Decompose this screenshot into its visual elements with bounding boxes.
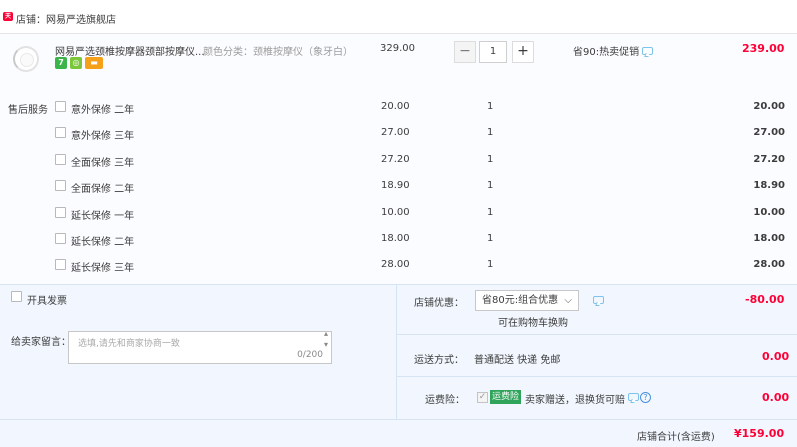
service-sum: 20.00 <box>753 101 785 112</box>
service-checkbox[interactable] <box>55 154 66 165</box>
tmall-icon: 天猫 <box>3 12 13 29</box>
discount-label: 店铺优惠： <box>414 298 464 309</box>
insurance-badge: 运费险 <box>490 390 522 404</box>
product-thumbnail[interactable] <box>13 46 39 72</box>
increase-quantity-button[interactable]: + <box>512 41 534 63</box>
product-service-icons: 7 ◎ ▬ <box>55 57 103 70</box>
service-price: 18.00 <box>381 233 410 244</box>
service-sum: 27.00 <box>753 127 785 138</box>
panel-divider <box>396 284 397 419</box>
service-qty: 1 <box>487 180 494 191</box>
shop-name-link[interactable]: 店铺：网易严选旗舰店 <box>16 11 116 26</box>
seven-day-return-icon[interactable]: 7 <box>55 57 67 69</box>
service-price: 27.20 <box>381 154 410 165</box>
service-qty: 1 <box>487 233 494 244</box>
unit-price: 329.00 <box>380 43 415 54</box>
service-row: 意外保修 三年 27.00 1 27.00 <box>0 126 797 146</box>
invoice-label[interactable]: 开具发票 <box>27 292 67 307</box>
service-price: 27.00 <box>381 127 410 138</box>
service-name: 意外保修 二年 <box>71 105 135 116</box>
product-title-link[interactable]: 网易严选颈椎按摩器颈部按摩仪... <box>55 43 205 58</box>
decrease-quantity-button[interactable]: − <box>454 41 476 63</box>
service-sum: 10.00 <box>753 207 785 218</box>
service-row: 延长保修 二年 18.00 1 18.00 <box>0 232 797 252</box>
service-qty: 1 <box>487 101 494 112</box>
service-qty: 1 <box>487 127 494 138</box>
service-qty: 1 <box>487 207 494 218</box>
service-row: 全面保修 三年 27.20 1 27.20 <box>0 153 797 173</box>
service-qty: 1 <box>487 154 494 165</box>
service-row: 全面保修 二年 18.90 1 18.90 <box>0 179 797 199</box>
promo-text: 省90:热卖促销 <box>573 47 640 58</box>
service-sum: 18.00 <box>753 233 785 244</box>
message-label: 给卖家留言： <box>11 337 71 348</box>
insurance-text: 卖家赠送，退换货可赔 <box>525 395 625 406</box>
insurance-info-icons: ? <box>628 392 651 403</box>
discount-select[interactable]: 省80元:组合优惠 ⌵ <box>475 290 579 311</box>
chevron-down-icon: ⌵ <box>564 295 572 306</box>
product-sku: 颜色分类：颈椎按摩仪（象牙白） <box>203 47 353 58</box>
service-price: 28.00 <box>381 259 410 270</box>
green-bag-icon[interactable]: ◎ <box>70 57 82 69</box>
shop-total-label: 店铺合计(含运费) <box>637 432 715 443</box>
service-price: 18.90 <box>381 180 410 191</box>
quantity-input[interactable]: 1 <box>479 41 507 63</box>
insurance-checkbox: ✓ <box>477 392 488 403</box>
shipping-label: 运送方式： <box>414 355 464 366</box>
service-sum: 27.20 <box>753 154 785 165</box>
message-scrollbar[interactable] <box>324 329 331 363</box>
discount-note: 可在购物车换购 <box>498 318 568 329</box>
insurance-label: 运费险： <box>425 395 465 406</box>
insurance-amount: 0.00 <box>762 391 790 404</box>
service-checkbox[interactable] <box>55 233 66 244</box>
promo-info-icon[interactable] <box>642 47 653 55</box>
shop-header: 天猫 店铺：网易严选旗舰店 <box>0 0 797 34</box>
discount-selected-value: 省80元:组合优惠 <box>482 295 559 306</box>
message-placeholder: 选填,请先和商家协商一致 <box>78 339 180 349</box>
service-name: 延长保修 一年 <box>71 211 135 222</box>
help-icon[interactable]: ? <box>640 392 651 403</box>
service-checkbox[interactable] <box>55 180 66 191</box>
item-subtotal: 239.00 <box>742 42 785 55</box>
service-qty: 1 <box>487 259 494 270</box>
service-checkbox[interactable] <box>55 259 66 270</box>
message-char-count: 0/200 <box>297 350 323 360</box>
service-price: 10.00 <box>381 207 410 218</box>
service-name: 延长保修 三年 <box>71 263 135 274</box>
service-price: 20.00 <box>381 101 410 112</box>
quantity-stepper: − 1 + <box>454 41 534 63</box>
shipping-amount: 0.00 <box>762 350 790 363</box>
discount-info-icon[interactable] <box>593 296 604 304</box>
seller-message-textarea[interactable]: 选填,请先和商家协商一致 0/200 <box>68 329 332 364</box>
service-name: 意外保修 三年 <box>71 131 135 142</box>
service-name: 延长保修 二年 <box>71 237 135 248</box>
shipping-method: 普通配送 快递 免邮 <box>474 355 561 366</box>
insurance-chat-icon[interactable] <box>628 393 639 401</box>
service-sum: 18.90 <box>753 180 785 191</box>
service-sum: 28.00 <box>753 259 785 270</box>
service-row: 意外保修 二年 20.00 1 20.00 <box>0 100 797 120</box>
service-name: 全面保修 二年 <box>71 184 135 195</box>
row-divider <box>397 334 797 335</box>
service-row: 延长保修 三年 28.00 1 28.00 <box>0 258 797 278</box>
service-name: 全面保修 三年 <box>71 158 135 169</box>
discount-amount: -80.00 <box>745 293 785 306</box>
service-row: 延长保修 一年 10.00 1 10.00 <box>0 206 797 226</box>
row-divider <box>397 376 797 377</box>
service-checkbox[interactable] <box>55 101 66 112</box>
invoice-checkbox[interactable] <box>11 291 22 302</box>
shop-total-amount: ¥159.00 <box>734 427 785 440</box>
service-checkbox[interactable] <box>55 207 66 218</box>
card-icon[interactable]: ▬ <box>85 57 103 69</box>
service-checkbox[interactable] <box>55 127 66 138</box>
